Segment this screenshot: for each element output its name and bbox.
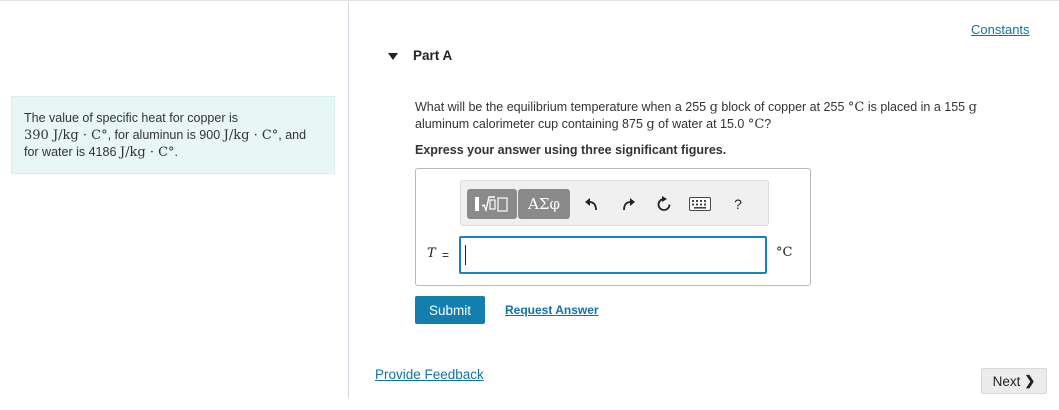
unit-symbol: g: [646, 117, 655, 132]
request-answer-link[interactable]: Request Answer: [505, 303, 599, 317]
answer-unit: °C: [776, 245, 793, 260]
question-text-segment: aluminum calorimeter cup containing 875: [415, 117, 647, 131]
water-specific-heat-unit: J/kg · C°: [119, 145, 175, 160]
variable-label: T: [427, 246, 436, 261]
redo-button[interactable]: [617, 193, 639, 215]
hint-text-2-end: , and: [278, 128, 307, 142]
reset-button[interactable]: [653, 193, 675, 215]
submit-button[interactable]: Submit: [415, 296, 485, 324]
unit-symbol: g: [968, 100, 977, 115]
reset-icon: [657, 196, 671, 211]
next-label: Next: [992, 373, 1021, 389]
unit-symbol: °C: [747, 117, 765, 132]
unit-symbol: °C: [847, 100, 865, 115]
question-line-1: What will be the equilibrium temperature…: [415, 99, 1025, 116]
help-button[interactable]: ?: [727, 193, 749, 215]
constants-link[interactable]: Constants: [971, 22, 1030, 37]
templates-icon: [475, 196, 508, 213]
question-text-segment: is placed in a 155: [864, 100, 969, 114]
top-rule: [0, 0, 1059, 1]
hint-line-3: for water is 4186 J/kg · C°.: [24, 144, 322, 161]
keyboard-button[interactable]: [687, 193, 713, 215]
question-text: What will be the equilibrium temperature…: [415, 99, 1025, 133]
undo-icon: [585, 198, 597, 211]
aluminum-specific-heat-unit: J/kg · C°: [223, 128, 279, 143]
hint-box: The value of specific heat for copper is…: [11, 96, 335, 174]
answer-instruction: Express your answer using three signific…: [415, 143, 727, 157]
question-text-segment: What will be the equilibrium temperature…: [415, 100, 710, 114]
hint-text-1: The value of specific heat for copper is: [24, 111, 239, 125]
part-title: Part A: [413, 48, 453, 63]
text-cursor: [465, 245, 466, 265]
collapse-triangle-icon: [388, 53, 398, 60]
hint-line-1: The value of specific heat for copper is: [24, 110, 322, 127]
hint-text-3: for water is 4186: [24, 145, 120, 159]
keyboard-icon: [689, 197, 711, 211]
question-text-segment: block of copper at 255: [717, 100, 848, 114]
question-text-segment: of water at 15.0: [654, 117, 748, 131]
part-a-toggle[interactable]: Part A: [388, 48, 452, 63]
copper-specific-heat: 390 J/kg · C°: [24, 128, 108, 143]
panel-divider: [348, 2, 349, 398]
unit-symbol: g: [709, 100, 718, 115]
provide-feedback-link[interactable]: Provide Feedback: [375, 367, 484, 382]
chevron-right-icon: ❯: [1024, 373, 1036, 388]
greek-symbols-button[interactable]: ΑΣφ: [518, 189, 570, 219]
next-button[interactable]: Next ❯: [981, 368, 1047, 394]
answer-box: ΑΣφ ? T = °C: [415, 168, 811, 286]
hint-text-3-end: .: [174, 145, 179, 159]
question-line-2: aluminum calorimeter cup containing 875 …: [415, 116, 1025, 133]
math-toolbar: ΑΣφ ?: [460, 180, 769, 226]
hint-line-2: 390 J/kg · C°, for aluminun is 900 J/kg …: [24, 127, 322, 144]
answer-input[interactable]: [459, 236, 767, 274]
equals-sign: =: [442, 248, 450, 262]
undo-button[interactable]: [581, 193, 603, 215]
question-text-segment: ?: [764, 117, 772, 131]
templates-button[interactable]: [467, 189, 517, 219]
redo-icon: [623, 198, 635, 211]
hint-text-2: , for aluminun is 900: [107, 128, 224, 142]
